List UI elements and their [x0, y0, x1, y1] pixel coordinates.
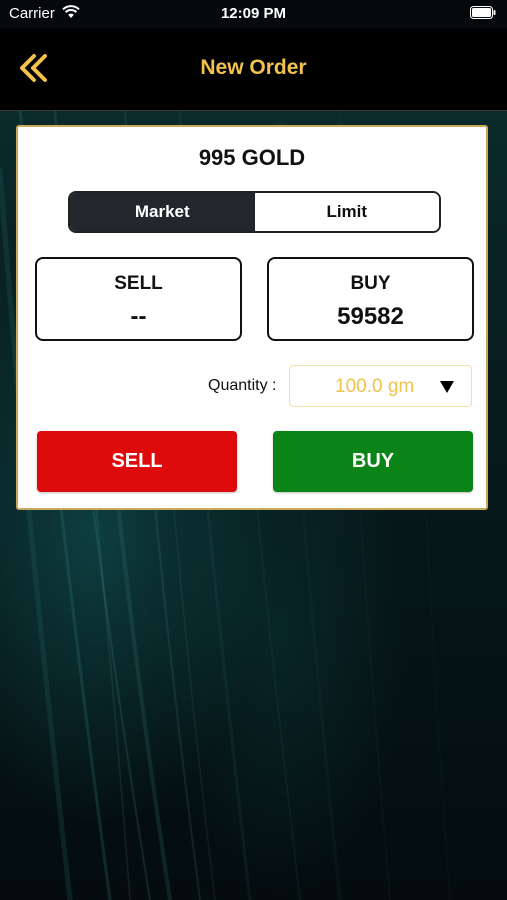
quantity-select[interactable]: 100.0 gm [289, 365, 472, 407]
sell-price-label: SELL [114, 273, 163, 294]
order-type-segmented-control: Market Limit [68, 191, 441, 233]
page-title: New Order [200, 56, 307, 79]
battery-icon [470, 6, 496, 19]
buy-price-box: BUY 59582 [267, 257, 474, 341]
new-order-screen: Carrier 12:09 PM New Order 995 GOLD Mark… [0, 0, 507, 900]
nav-bar: New Order [0, 28, 507, 111]
buy-button[interactable]: BUY [273, 431, 473, 492]
status-bar: Carrier 12:09 PM [0, 0, 507, 28]
quantity-value: 100.0 gm [335, 376, 415, 397]
status-time: 12:09 PM [220, 5, 287, 22]
chevron-down-icon [440, 381, 454, 393]
order-card: 995 GOLD Market Limit SELL -- BUY 59582 … [16, 125, 488, 510]
quantity-label: Quantity : [208, 377, 277, 394]
tab-limit[interactable]: Limit [254, 193, 439, 231]
sell-button[interactable]: SELL [37, 431, 237, 492]
tab-market[interactable]: Market [70, 193, 255, 231]
sell-price-box: SELL -- [35, 257, 242, 341]
buy-price-value: 59582 [337, 303, 404, 330]
sell-price-value: -- [130, 303, 147, 330]
product-title: 995 GOLD [198, 145, 306, 170]
buy-price-label: BUY [350, 273, 391, 294]
